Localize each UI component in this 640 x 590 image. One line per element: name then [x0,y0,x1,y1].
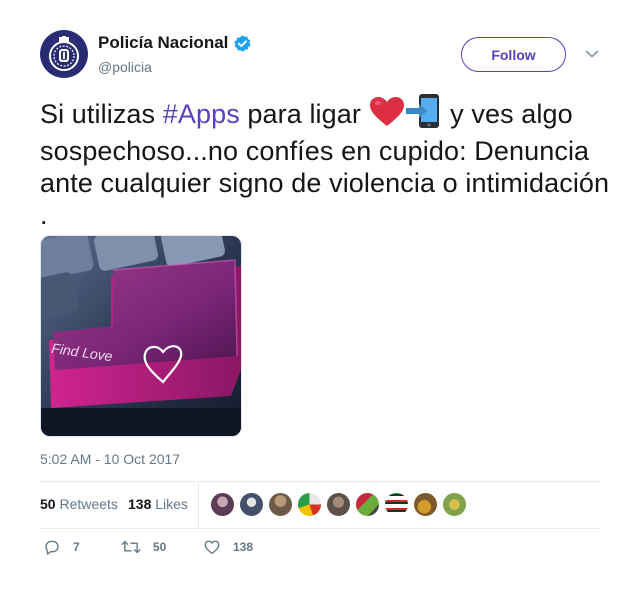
liker-avatar[interactable] [210,492,235,517]
retweet-button[interactable]: 50 [121,538,166,556]
reply-count: 7 [73,540,80,554]
likes-stat[interactable]: 138 Likes [128,496,188,512]
heart-emoji [369,96,405,135]
follow-button[interactable]: Follow [461,37,566,72]
account-names: Policía Nacional @policia [98,33,252,75]
like-button[interactable]: 138 [203,538,253,556]
reply-icon [45,540,59,555]
retweets-count: 50 [40,496,56,512]
avatar[interactable] [40,30,88,78]
tweet-text-start: Si utilizas [40,99,163,129]
police-badge-icon [49,36,79,71]
timestamp[interactable]: 5:02 AM - 10 Oct 2017 [40,451,180,467]
tweet-stats: 50 Retweets 138 Likes [40,482,600,528]
liker-avatar[interactable] [413,492,438,517]
liker-avatar[interactable] [268,492,293,517]
display-name[interactable]: Policía Nacional [98,33,252,53]
retweets-label: Retweets [59,496,118,512]
stats-separator [198,482,199,528]
liker-avatar[interactable] [355,492,380,517]
tweet-text-middle: para ligar [239,99,369,129]
likes-count: 138 [128,496,152,512]
handle[interactable]: @policia [98,59,252,75]
liker-avatar[interactable] [442,492,467,517]
chevron-down-icon[interactable] [584,46,600,62]
reply-button[interactable]: 7 [43,538,80,556]
liker-avatars [210,492,471,518]
retweet-icon [121,540,141,554]
display-name-text: Policía Nacional [98,33,229,52]
tweet-actions: 7 50 138 [40,538,600,562]
liker-avatar[interactable] [297,492,322,517]
retweets-stat[interactable]: 50 Retweets [40,496,118,512]
tweet-text: Si utilizas #Apps para ligar y ves algo … [40,94,610,231]
mobile-arrow-emoji [405,94,443,135]
divider [40,528,600,529]
hashtag-link[interactable]: #Apps [163,99,240,129]
tweet-header: Policía Nacional @policia Follow [40,30,600,80]
likes-label: Likes [155,496,188,512]
liker-avatar[interactable] [326,492,351,517]
liker-avatar[interactable] [384,492,409,517]
heart-outline-icon [204,540,220,555]
verified-badge-icon [233,34,252,53]
like-count: 138 [233,540,254,554]
retweet-count: 50 [153,540,167,554]
tweet-media-image[interactable]: Find Love [40,235,242,437]
tweet: Policía Nacional @policia Follow Si util… [0,0,640,590]
liker-avatar[interactable] [239,492,264,517]
